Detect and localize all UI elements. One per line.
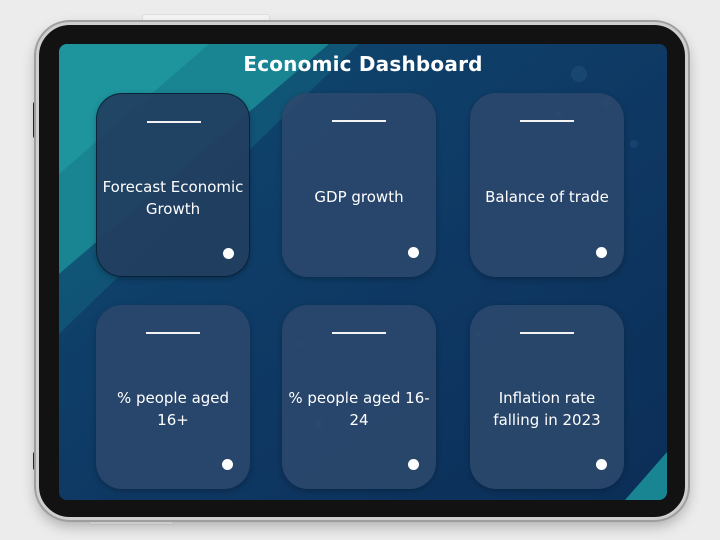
card-label: % people aged 16-24 (288, 389, 430, 429)
page-title: Economic Dashboard (243, 52, 483, 76)
card-header-bar (332, 120, 386, 122)
card-inflation-rate-falling-2023[interactable]: Inflation rate falling in 2023 (470, 305, 624, 489)
stage: Economic Dashboard Forecast Economic Gro… (0, 0, 720, 540)
indicator-dot-icon (222, 459, 233, 470)
indicator-dot-icon (223, 248, 234, 259)
card-label: % people aged 16+ (116, 389, 230, 429)
indicator-dot-icon (596, 459, 607, 470)
card-header-bar (147, 121, 201, 123)
card-gdp-growth[interactable]: GDP growth (282, 93, 436, 277)
dashboard-screen: Economic Dashboard Forecast Economic Gro… (59, 44, 667, 500)
card-people-aged-16-plus[interactable]: % people aged 16+ (96, 305, 250, 489)
card-label: GDP growth (314, 188, 404, 206)
card-label: Forecast Economic Growth (102, 178, 244, 218)
card-header-bar (520, 332, 574, 334)
card-label: Inflation rate falling in 2023 (493, 389, 601, 429)
card-header-bar (520, 120, 574, 122)
card-forecast-economic-growth[interactable]: Forecast Economic Growth (96, 93, 250, 277)
card-label: Balance of trade (485, 188, 609, 206)
card-balance-of-trade[interactable]: Balance of trade (470, 93, 624, 277)
indicator-dot-icon (408, 459, 419, 470)
card-header-bar (332, 332, 386, 334)
card-people-aged-16-24[interactable]: % people aged 16-24 (282, 305, 436, 489)
card-header-bar (146, 332, 200, 334)
indicator-dot-icon (408, 247, 419, 258)
indicator-dot-icon (596, 247, 607, 258)
